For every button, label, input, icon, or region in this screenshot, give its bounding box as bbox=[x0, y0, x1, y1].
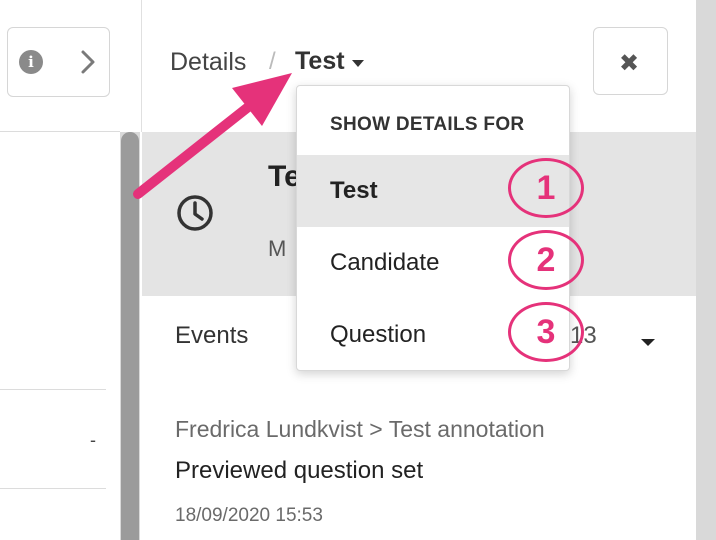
dropdown-item-label: Question bbox=[330, 321, 427, 348]
clock-icon bbox=[177, 195, 213, 231]
events-toggle-caret-icon[interactable] bbox=[641, 339, 655, 346]
card-title: Te bbox=[268, 160, 298, 193]
divider bbox=[0, 389, 106, 390]
right-scrollbar-track bbox=[696, 0, 716, 540]
breadcrumb-details[interactable]: Details bbox=[170, 48, 246, 77]
dropdown-header: SHOW DETAILS FOR bbox=[330, 114, 525, 135]
scrollbar-thumb[interactable] bbox=[121, 132, 139, 540]
breadcrumb-test-dropdown[interactable]: Test bbox=[295, 47, 345, 76]
annotation-badge-3: 3 bbox=[508, 302, 584, 362]
divider bbox=[0, 488, 106, 489]
chevron-right-icon[interactable] bbox=[79, 49, 97, 75]
annotation-badge-2: 2 bbox=[508, 230, 584, 290]
annotation-badge-1: 1 bbox=[508, 158, 584, 218]
caret-down-icon[interactable] bbox=[352, 60, 364, 67]
dropdown-item-label: Test bbox=[330, 177, 378, 204]
events-label: Events bbox=[175, 322, 249, 349]
card-subtitle: M bbox=[268, 236, 287, 261]
left-dash-text: - bbox=[90, 430, 96, 450]
event-timestamp: 18/09/2020 15:53 bbox=[175, 505, 323, 526]
breadcrumb-separator: / bbox=[269, 48, 276, 75]
dropdown-item-label: Candidate bbox=[330, 249, 440, 276]
event-path: Fredrica Lundkvist > Test annotation bbox=[175, 416, 545, 442]
divider bbox=[0, 131, 120, 132]
close-icon[interactable]: ✖ bbox=[619, 49, 639, 78]
info-icon[interactable]: i bbox=[19, 50, 43, 74]
event-title: Previewed question set bbox=[175, 457, 424, 484]
